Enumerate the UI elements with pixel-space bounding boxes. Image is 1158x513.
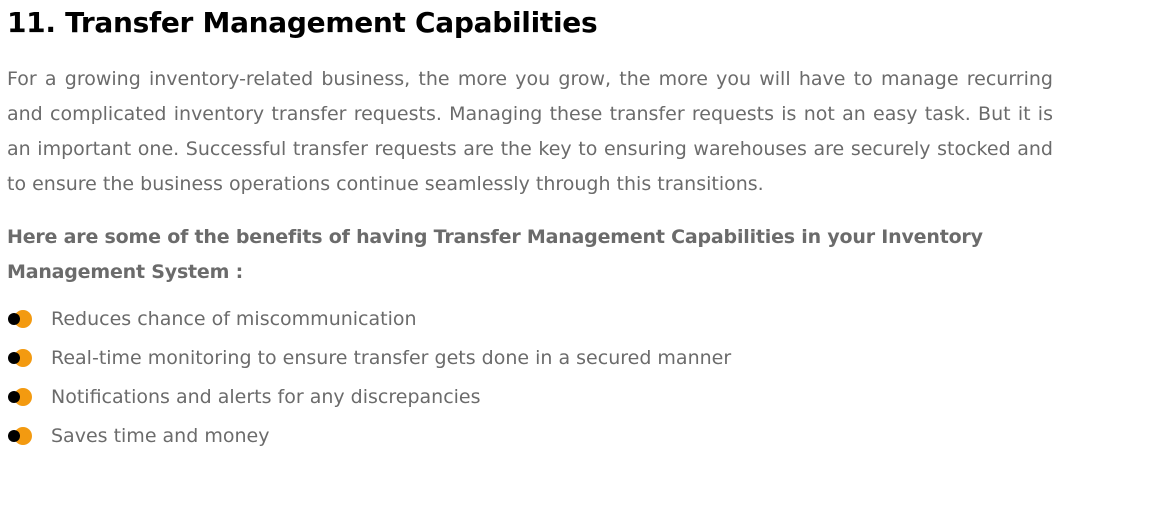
list-item: Notifications and alerts for any discrep… <box>7 382 1053 421</box>
list-item: Real-time monitoring to ensure transfer … <box>7 343 1053 382</box>
benefits-list: Reduces chance of miscommunication Real-… <box>7 304 1053 460</box>
benefit-text: Reduces chance of miscommunication <box>51 308 417 330</box>
section-title: 11. Transfer Management Capabilities <box>7 6 598 39</box>
intro-paragraph: For a growing inventory-related business… <box>7 68 1053 195</box>
dual-circle-bullet-icon <box>8 349 34 367</box>
benefit-text: Real-time monitoring to ensure transfer … <box>51 347 732 369</box>
dual-circle-bullet-icon <box>8 310 34 328</box>
benefit-text: Saves time and money <box>51 425 270 447</box>
article-section: 11. Transfer Management Capabilities For… <box>7 0 1053 460</box>
list-item: Reduces chance of miscommunication <box>7 304 1053 343</box>
benefits-lead: Here are some of the benefits of having … <box>7 226 983 283</box>
dual-circle-bullet-icon <box>8 427 34 445</box>
dual-circle-bullet-icon <box>8 388 34 406</box>
list-item: Saves time and money <box>7 421 1053 460</box>
benefit-text: Notifications and alerts for any discrep… <box>51 386 481 408</box>
